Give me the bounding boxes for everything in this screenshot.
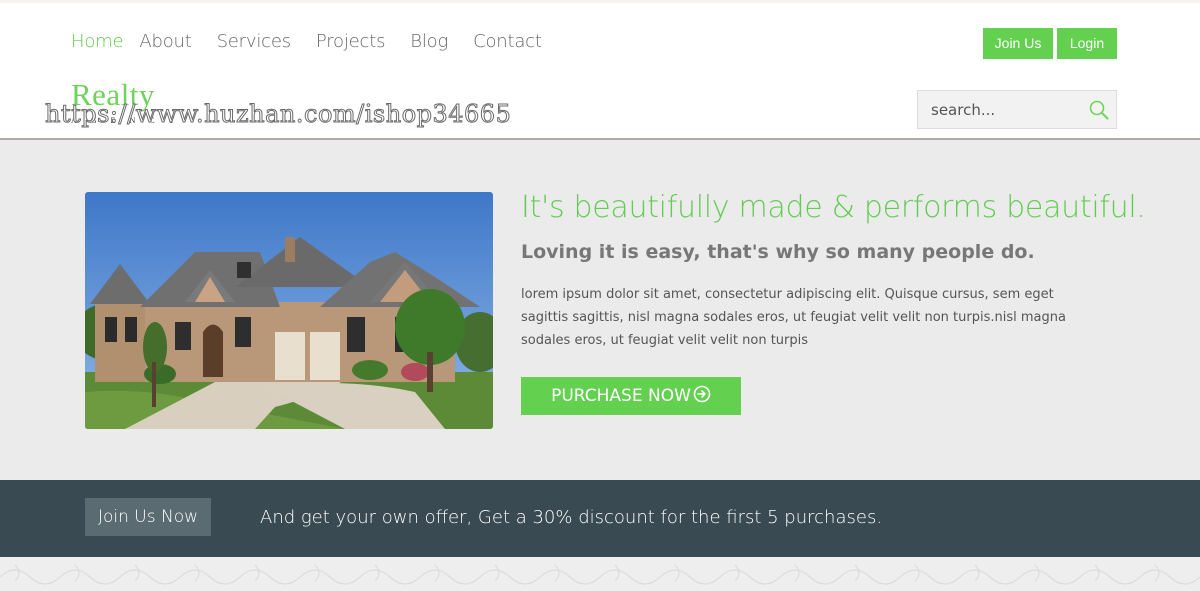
offer-text: And get your own offer, Get a 30% discou…: [260, 507, 883, 528]
house-image: [85, 192, 493, 429]
nav-blog[interactable]: Blog: [410, 31, 448, 52]
search-input[interactable]: [918, 91, 1078, 128]
site-header: Home About Services Projects Blog Contac…: [0, 0, 1200, 139]
nav-contact[interactable]: Contact: [473, 31, 542, 52]
search-icon[interactable]: [1088, 99, 1110, 121]
purchase-now-label: PURCHASE NOW: [551, 386, 691, 406]
arrow-circle-right-icon: [693, 379, 711, 417]
hero-subtitle: Loving it is easy, that's why so many pe…: [521, 241, 1035, 263]
decorative-pattern: [0, 557, 1200, 591]
login-button[interactable]: Login: [1057, 28, 1117, 59]
nav-home[interactable]: Home: [71, 31, 124, 52]
nav-projects[interactable]: Projects: [316, 31, 386, 52]
watermark: https://www.huzhan.com/ishop34665: [44, 100, 512, 129]
offer-strip: Join Us Now And get your own offer, Get …: [0, 480, 1200, 557]
hero-section: It's beautifully made & performs beautif…: [0, 140, 1200, 480]
join-us-now-button[interactable]: Join Us Now: [85, 498, 211, 536]
nav-services[interactable]: Services: [217, 31, 292, 52]
hero-body: lorem ipsum dolor sit amet, consectetur …: [521, 287, 1066, 348]
join-us-button[interactable]: Join Us: [983, 28, 1053, 59]
nav-about[interactable]: About: [139, 31, 191, 52]
purchase-now-button[interactable]: PURCHASE NOW: [521, 377, 741, 415]
main-nav: Home About Services Projects Blog Contac…: [71, 31, 567, 52]
search-box: [917, 90, 1117, 129]
hero-title: It's beautifully made & performs beautif…: [521, 190, 1146, 225]
